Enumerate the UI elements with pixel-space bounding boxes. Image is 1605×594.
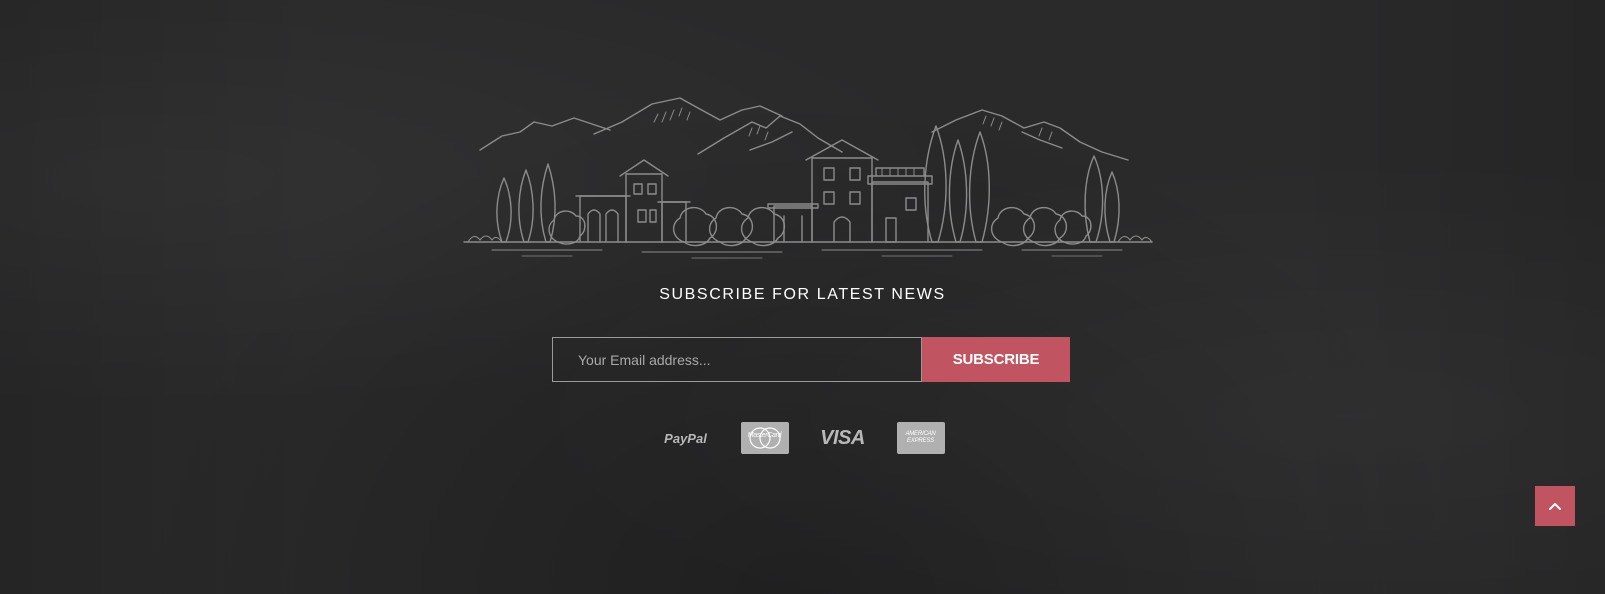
- visa-icon: VISA: [820, 426, 865, 449]
- email-input[interactable]: [552, 337, 922, 382]
- chevron-up-icon: [1549, 503, 1561, 510]
- paypal-icon: PayPal: [664, 430, 707, 446]
- newsletter-form: SUBSCRIBE: [552, 337, 1070, 382]
- payment-methods: PayPal MasterCard VISA AMERICAN EXPRESS: [0, 422, 1605, 454]
- subscribe-button[interactable]: SUBSCRIBE: [922, 337, 1070, 382]
- mastercard-label: MasterCard: [747, 432, 782, 439]
- mastercard-icon: MasterCard: [740, 422, 789, 454]
- village-landscape-illustration: [463, 97, 1153, 259]
- amex-icon: AMERICAN EXPRESS: [896, 422, 945, 454]
- amex-label-line1: AMERICAN: [905, 431, 936, 437]
- back-to-top-button[interactable]: [1535, 486, 1575, 526]
- footer-section: SUBSCRIBE FOR LATEST NEWS SUBSCRIBE PayP…: [0, 0, 1605, 594]
- amex-label-line2: EXPRESS: [907, 438, 934, 444]
- newsletter-heading: SUBSCRIBE FOR LATEST NEWS: [659, 286, 946, 303]
